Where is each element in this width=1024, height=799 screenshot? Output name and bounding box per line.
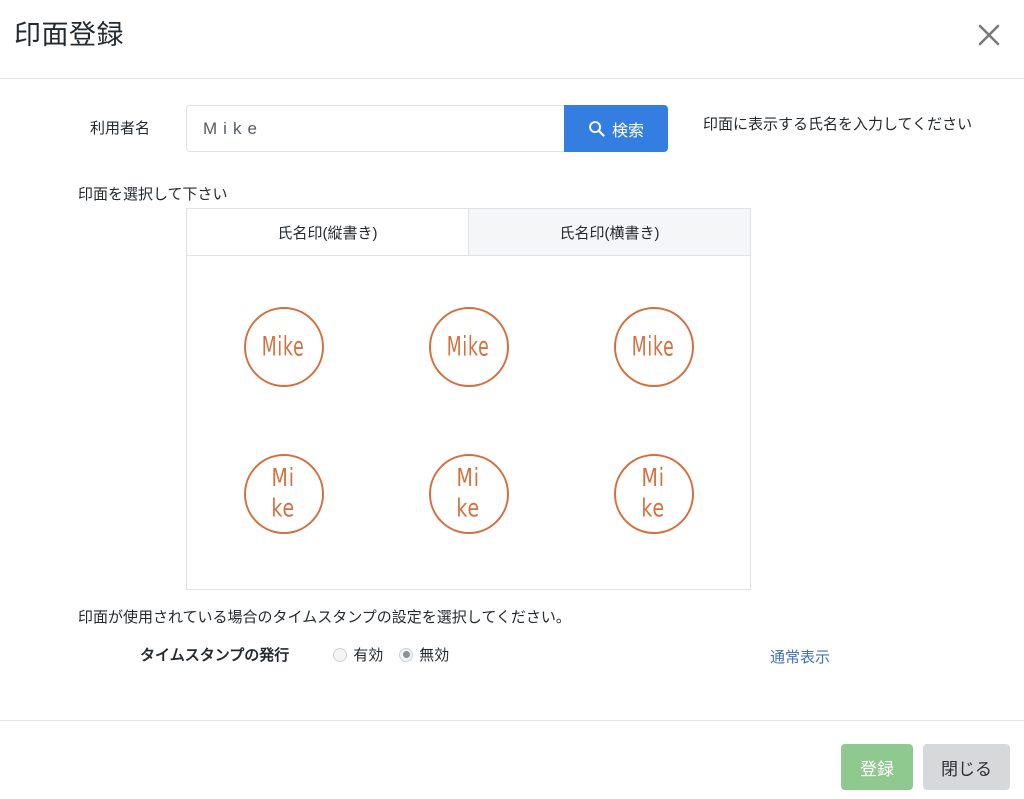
seal-panel: 氏名印(縦書き) 氏名印(横書き) Mike Mike Mike Mi ke M… [186, 208, 751, 590]
user-name-hint: 印面に表示する氏名を入力してください [703, 116, 973, 133]
seal-grid: Mike Mike Mike Mi ke Mi ke Mi ke [187, 256, 750, 589]
seal-option[interactable]: Mi ke [376, 421, 561, 568]
close-dialog-button[interactable]: 閉じる [923, 744, 1010, 790]
seal-tabs: 氏名印(縦書き) 氏名印(横書き) [187, 209, 750, 256]
radio-icon-selected [399, 647, 414, 662]
seal-text: Mike [632, 331, 675, 362]
seal-text-line2: ke [456, 493, 481, 523]
dialog-footer: 登録 閉じる [0, 720, 1024, 799]
tab-vertical-name-seal[interactable]: 氏名印(縦書き) [187, 209, 469, 255]
dialog-body: 利用者名 検索 印面に表示する氏名を入力してください 印面を選択して下さい 氏名… [0, 79, 1024, 720]
seal-select-label: 印面を選択して下さい [78, 186, 228, 203]
seal-text-line2: ke [641, 493, 666, 523]
tab-horizontal-name-seal[interactable]: 氏名印(横書き) [469, 209, 750, 255]
seal-circle: Mike [613, 307, 694, 388]
seal-text-line1: Mi [641, 463, 666, 492]
radio-label: 無効 [419, 647, 450, 664]
seal-text: Mi ke [272, 464, 296, 524]
seal-text: Mi ke [457, 464, 481, 524]
close-icon [976, 22, 1002, 48]
seal-circle: Mi ke [428, 453, 509, 534]
seal-circle: Mike [428, 307, 509, 388]
search-button-label: 検索 [611, 122, 644, 140]
timestamp-legend: タイムスタンプの発行 [140, 647, 290, 664]
user-name-input[interactable] [186, 105, 564, 152]
seal-text: Mi ke [642, 464, 666, 524]
seal-option[interactable]: Mike [561, 274, 746, 421]
seal-option[interactable]: Mike [376, 274, 561, 421]
seal-circle: Mi ke [613, 453, 694, 534]
close-button[interactable] [968, 14, 1010, 56]
timestamp-radio-group: タイムスタンプの発行 有効 無効 [140, 644, 465, 665]
timestamp-description: 印面が使用されている場合のタイムスタンプの設定を選択してください。 [78, 609, 571, 626]
page-title: 印面登録 [14, 20, 124, 50]
tab-label: 氏名印(横書き) [559, 224, 660, 242]
dialog-header: 印面登録 [0, 0, 1024, 79]
timestamp-option-enabled[interactable]: 有効 [333, 644, 383, 665]
user-name-row: 利用者名 検索 印面に表示する氏名を入力してください [0, 105, 1024, 153]
seal-option[interactable]: Mike [191, 274, 376, 421]
normal-view-link[interactable]: 通常表示 [770, 646, 830, 667]
timestamp-option-disabled[interactable]: 無効 [399, 644, 449, 665]
search-icon [588, 120, 605, 137]
seal-text: Mike [262, 331, 305, 362]
seal-option[interactable]: Mi ke [191, 421, 376, 568]
seal-text: Mike [447, 331, 490, 362]
seal-text-line1: Mi [456, 463, 481, 492]
tab-label: 氏名印(縦書き) [277, 224, 378, 242]
seal-text-line1: Mi [271, 463, 296, 492]
seal-circle: Mike [243, 307, 324, 388]
seal-text-line2: ke [271, 493, 296, 523]
footer-actions: 登録 閉じる [841, 744, 1010, 790]
seal-option[interactable]: Mi ke [561, 421, 746, 568]
radio-label: 有効 [353, 647, 384, 664]
radio-icon [333, 647, 348, 662]
search-input-group: 検索 [186, 105, 668, 152]
search-button[interactable]: 検索 [564, 105, 668, 152]
user-name-label: 利用者名 [89, 120, 150, 137]
register-button[interactable]: 登録 [841, 744, 913, 790]
seal-circle: Mi ke [243, 453, 324, 534]
